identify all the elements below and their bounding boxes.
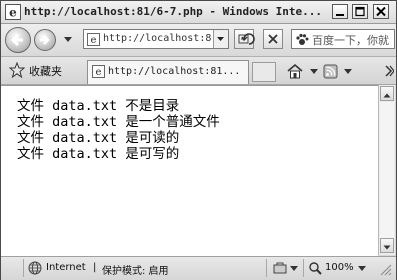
status-zone: Internet bbox=[46, 262, 86, 273]
page-icon: e bbox=[87, 33, 100, 46]
scroll-track[interactable] bbox=[380, 102, 394, 238]
minimize-icon bbox=[336, 14, 344, 16]
ie-logo-icon: e bbox=[5, 4, 21, 20]
navigation-bar: e http://localhost:8 百度一下，你就 bbox=[1, 24, 396, 57]
feeds-button[interactable] bbox=[322, 62, 340, 80]
zoom-level[interactable]: 100% bbox=[325, 262, 354, 273]
title-bar: e http://localhost:81/6-7.php - Windows … bbox=[1, 1, 396, 24]
forward-button[interactable] bbox=[34, 29, 56, 51]
status-protected-mode[interactable]: 保护模式: 启用 bbox=[102, 262, 169, 277]
home-dropdown-icon[interactable] bbox=[310, 69, 318, 75]
output-line: 文件 data.txt 是一个普通文件 bbox=[17, 114, 220, 130]
page-content: 文件 data.txt 不是目录 文件 data.txt 是一个普通文件 文件 … bbox=[1, 85, 378, 256]
chevron-right-icon[interactable] bbox=[384, 65, 394, 77]
output-line: 文件 data.txt 不是目录 bbox=[17, 98, 180, 114]
refresh-icon bbox=[241, 33, 255, 45]
baidu-paw-icon bbox=[296, 33, 309, 45]
output-lines: 文件 data.txt 不是目录 文件 data.txt 是一个普通文件 文件 … bbox=[17, 98, 220, 162]
output-line: 文件 data.txt 是可写的 bbox=[17, 146, 180, 162]
close-icon bbox=[376, 6, 386, 17]
back-button[interactable] bbox=[5, 27, 31, 53]
tab-title: http://localhost:81... bbox=[108, 66, 241, 77]
address-bar[interactable]: e http://localhost:8 bbox=[83, 29, 229, 49]
home-button[interactable] bbox=[285, 62, 307, 80]
chevron-down-icon bbox=[383, 245, 391, 250]
refresh-button[interactable] bbox=[240, 29, 258, 49]
favorites-bar: 收藏夹 e http://localhost:81... bbox=[1, 57, 396, 85]
resize-grip-icon[interactable] bbox=[380, 264, 392, 276]
maximize-button[interactable] bbox=[352, 4, 368, 19]
favorites-label[interactable]: 收藏夹 bbox=[29, 63, 62, 79]
browser-window: e http://localhost:81/6-7.php - Windows … bbox=[0, 0, 397, 280]
security-icon[interactable] bbox=[273, 262, 287, 274]
address-dropdown-button[interactable] bbox=[213, 30, 228, 48]
new-tab-button[interactable] bbox=[252, 62, 276, 82]
tab-active[interactable]: e http://localhost:81... bbox=[87, 60, 249, 84]
scroll-down-button[interactable] bbox=[380, 238, 394, 253]
close-window-button[interactable] bbox=[373, 4, 389, 19]
zoom-magnifier-icon[interactable] bbox=[308, 261, 322, 275]
stop-x-icon bbox=[268, 34, 278, 44]
chevron-down-icon bbox=[217, 37, 224, 41]
back-arrow-icon bbox=[10, 33, 23, 47]
address-text[interactable]: http://localhost:8 bbox=[103, 33, 213, 44]
search-placeholder[interactable]: 百度一下，你就 bbox=[312, 32, 389, 48]
forward-arrow-icon bbox=[40, 35, 50, 45]
history-dropdown-icon[interactable] bbox=[63, 36, 73, 44]
svg-text:e: e bbox=[91, 35, 97, 46]
search-box[interactable]: 百度一下，你就 bbox=[291, 29, 395, 49]
status-bar: Internet | 保护模式: 启用 100% bbox=[1, 256, 396, 280]
window-title: http://localhost:81/6-7.php - Windows In… bbox=[24, 5, 323, 18]
globe-icon bbox=[28, 261, 42, 275]
zoom-dropdown-icon[interactable] bbox=[358, 266, 366, 272]
home-icon bbox=[287, 63, 303, 79]
minimize-button[interactable] bbox=[332, 4, 348, 19]
page-icon: e bbox=[92, 65, 105, 78]
stop-button[interactable] bbox=[263, 29, 283, 49]
vertical-scrollbar[interactable] bbox=[378, 85, 395, 255]
chevron-up-icon bbox=[383, 93, 391, 98]
scroll-up-button[interactable] bbox=[380, 86, 394, 101]
svg-text:e: e bbox=[9, 6, 17, 20]
security-dropdown-icon[interactable] bbox=[290, 266, 298, 272]
svg-text:e: e bbox=[96, 67, 102, 78]
rss-icon bbox=[323, 64, 338, 79]
star-icon[interactable] bbox=[9, 62, 25, 78]
output-line: 文件 data.txt 是可读的 bbox=[17, 130, 180, 146]
maximize-icon bbox=[355, 6, 365, 17]
feeds-dropdown-icon[interactable] bbox=[344, 69, 352, 75]
